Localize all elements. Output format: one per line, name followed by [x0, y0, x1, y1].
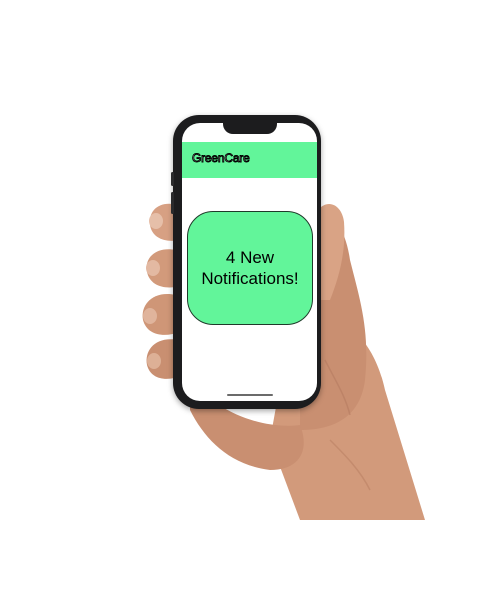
app-header: GreenCare [182, 142, 317, 178]
notch [223, 122, 277, 134]
notifications-line-2: Notifications! [201, 269, 299, 288]
app-title: GreenCare [192, 151, 251, 166]
notifications-text: 4 New Notifications! [201, 247, 298, 289]
home-indicator[interactable] [227, 394, 273, 396]
notifications-card[interactable]: 4 New Notifications! [187, 211, 313, 325]
volume-button [171, 192, 174, 214]
notifications-line-1: 4 New [225, 248, 275, 267]
photo-scene: GreenCare 4 New Notifications! [0, 0, 490, 612]
volume-button [171, 172, 174, 186]
phone-screen: GreenCare 4 New Notifications! [182, 123, 317, 401]
